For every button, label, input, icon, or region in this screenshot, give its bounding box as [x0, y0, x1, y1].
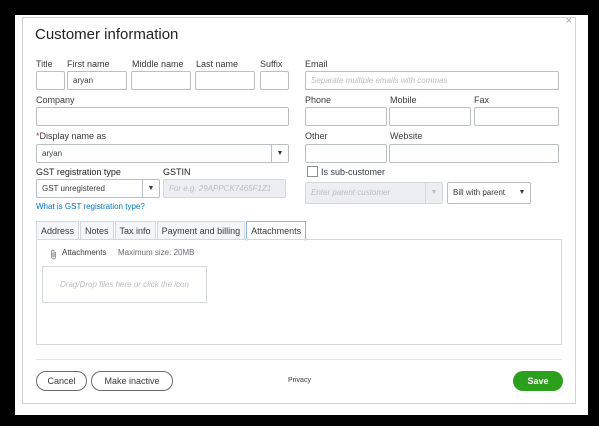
company-input[interactable] — [36, 107, 289, 126]
customer-dialog: Customer information × Title First name … — [22, 15, 576, 404]
save-button[interactable]: Save — [513, 371, 563, 391]
tab-address[interactable]: Address — [36, 221, 80, 240]
suffix-label: Suffix — [260, 59, 283, 69]
sub-customer-label: Is sub-customer — [321, 167, 386, 177]
other-input[interactable] — [305, 144, 387, 163]
chevron-down-icon: ▼ — [518, 189, 526, 196]
parent-customer-placeholder: Enter parent customer — [311, 188, 391, 197]
dropzone[interactable]: Drag/Drop files here or click the icon — [42, 266, 207, 303]
mobile-label: Mobile — [390, 95, 417, 105]
email-placeholder: Separate multiple emails with commas — [311, 76, 448, 85]
gstin-label: GSTIN — [163, 167, 191, 177]
last-name-label: Last name — [196, 59, 239, 69]
website-input[interactable] — [389, 144, 559, 163]
mobile-input[interactable] — [389, 107, 471, 126]
fax-input[interactable] — [474, 107, 559, 126]
tab-bar: Address Notes Tax info Payment and billi… — [36, 221, 307, 241]
max-size-text: Maximum size: 20MB — [118, 248, 195, 257]
gst-type-label: GST registration type — [36, 167, 121, 177]
display-name-select[interactable]: aryan ▼ — [36, 144, 289, 163]
title-label: Title — [36, 59, 53, 69]
attachments-label: Attachments — [62, 248, 107, 257]
tab-notes[interactable]: Notes — [80, 221, 114, 240]
other-label: Other — [305, 131, 328, 141]
footer-divider — [36, 359, 562, 360]
parent-customer-input[interactable]: Enter parent customer ▼ — [305, 182, 443, 204]
display-name-value: aryan — [42, 149, 63, 158]
chevron-down-icon: ▼ — [271, 145, 288, 162]
tab-payment-and-billing[interactable]: Payment and billing — [156, 221, 246, 240]
bill-with-parent-select[interactable]: Bill with parent ▼ — [447, 182, 531, 204]
make-inactive-button[interactable]: Make inactive — [91, 371, 173, 391]
suffix-input[interactable] — [260, 71, 289, 90]
tab-tax-info[interactable]: Tax info — [114, 221, 156, 240]
gstin-placeholder: For e.g. 29APPCK7465F1Z1 — [169, 184, 272, 193]
middle-name-input[interactable] — [131, 71, 191, 90]
paperclip-icon[interactable] — [50, 247, 57, 265]
dialog-title: Customer information — [35, 26, 179, 43]
phone-label: Phone — [305, 95, 332, 105]
middle-name-label: Middle name — [132, 59, 184, 69]
title-input[interactable] — [36, 71, 65, 90]
chevron-down-icon: ▼ — [142, 180, 159, 197]
tab-attachments[interactable]: Attachments — [246, 221, 307, 241]
email-label: Email — [305, 59, 328, 69]
privacy-link[interactable]: Privacy — [288, 377, 311, 384]
gst-help-link[interactable]: What is GST registration type? — [36, 202, 145, 211]
cancel-button[interactable]: Cancel — [36, 371, 87, 391]
attachments-panel: Attachments Maximum size: 20MB Drag/Drop… — [36, 239, 562, 345]
last-name-input[interactable] — [195, 71, 255, 90]
gst-type-value: GST unregistered — [42, 184, 105, 193]
first-name-input[interactable]: aryan — [67, 71, 127, 90]
close-icon[interactable]: × — [566, 15, 572, 27]
fax-label: Fax — [474, 95, 490, 105]
bill-with-parent-value: Bill with parent — [453, 188, 506, 197]
sub-customer-checkbox[interactable] — [307, 166, 318, 177]
email-input[interactable]: Separate multiple emails with commas — [305, 71, 559, 90]
gst-type-select[interactable]: GST unregistered ▼ — [36, 179, 160, 198]
company-label: Company — [36, 95, 75, 105]
first-name-label: First name — [67, 59, 110, 69]
website-label: Website — [390, 131, 423, 141]
phone-input[interactable] — [305, 107, 387, 126]
display-name-label: *Display name as — [36, 131, 106, 141]
display-name-label-text: Display name as — [39, 131, 107, 141]
chevron-down-icon: ▼ — [425, 183, 442, 203]
gstin-input[interactable]: For e.g. 29APPCK7465F1Z1 — [163, 179, 286, 198]
